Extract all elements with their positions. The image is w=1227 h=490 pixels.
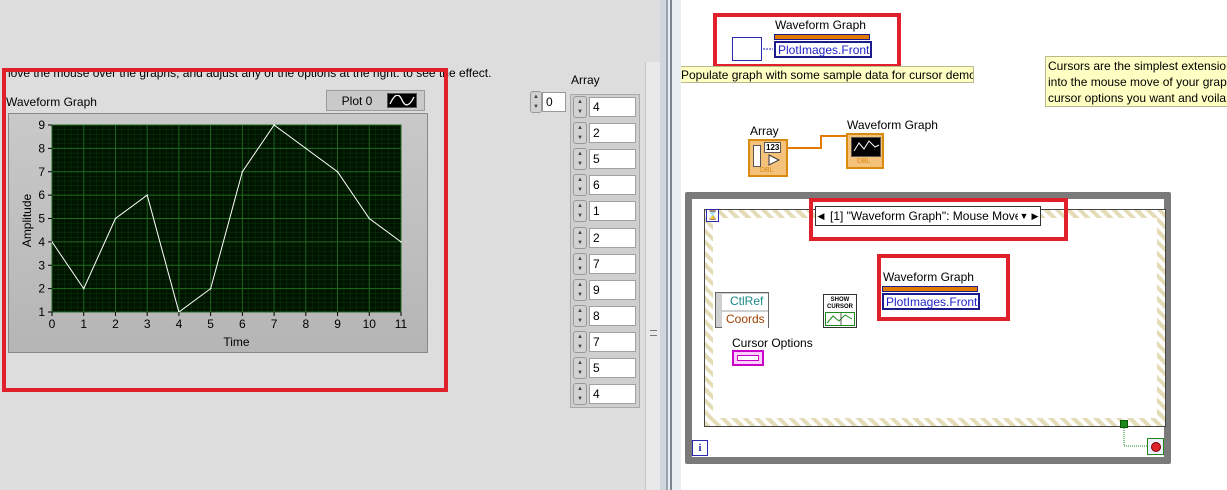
array-element-value[interactable]: 4 [589,97,636,117]
element-spinner[interactable]: ▲ ▼ [573,148,587,171]
array-element[interactable]: ▲ ▼ 4 [573,96,637,118]
array-element-value[interactable]: 1 [589,201,636,222]
array-element[interactable]: ▲ ▼ 2 [573,122,637,145]
array-terminal-label: Array [750,124,779,138]
array-element-value[interactable]: 8 [589,305,636,326]
array-index-icon [753,145,761,167]
element-spinner[interactable]: ▲ ▼ [573,357,587,379]
graph-terminal-label: Waveform Graph [847,118,938,132]
iteration-terminal: i [692,440,708,456]
show-cursor-subvi[interactable]: SHOW CURSOR [823,294,857,328]
event-data-coords[interactable]: Coords [722,312,768,328]
element-spinner[interactable]: ▲ ▼ [573,278,587,301]
array-element[interactable]: ▲ ▼ 4 [573,383,637,406]
array-element-value[interactable]: 2 [589,123,636,144]
array-terminal-type: DBL [760,167,774,174]
show-cursor-line-2: CURSOR [826,304,853,310]
array-element-value[interactable]: 7 [589,331,636,352]
event-case-highlight-box [809,198,1068,241]
graph-terminal[interactable]: DBL [846,133,884,169]
populate-comment: Populate graph with some sample data for… [681,66,974,83]
element-spinner[interactable]: ▲ ▼ [573,122,587,145]
graph-terminal-type: DBL [857,158,871,165]
array-element-value[interactable]: 4 [589,384,636,405]
array-element[interactable]: ▲ ▼ 8 [573,304,637,327]
window-splitter[interactable] [660,0,681,490]
cursor-options-constant[interactable] [732,350,764,366]
cursor-comment-line-3: cursor options you want and voila [1048,91,1227,105]
array-index-control[interactable]: ▲ ▼ 0 [530,91,570,113]
array-element-value[interactable]: 6 [589,175,636,196]
array-element[interactable]: ▲ ▼ 5 [573,357,637,379]
element-spinner[interactable]: ▲ ▼ [573,252,587,275]
element-spinner[interactable]: ▲ ▼ [573,174,587,197]
graph-display-icon [851,137,881,157]
array-element[interactable]: ▲ ▼ 7 [573,330,637,353]
array-index-value[interactable]: 0 [542,92,566,112]
element-spinner[interactable]: ▲ ▼ [573,200,587,223]
scrollbar-grip[interactable] [650,330,657,336]
array-element-value[interactable]: 5 [589,149,636,170]
array-label: Array [571,73,600,87]
front-panel-scrollbar[interactable] [645,62,660,490]
array-element[interactable]: ▲ ▼ 1 [573,200,637,223]
array-element[interactable]: ▲ ▼ 9 [573,278,637,301]
stop-icon[interactable] [1147,438,1164,455]
array-terminal-glyph: 123 [764,142,782,153]
cursor-options-label: Cursor Options [732,336,813,350]
array-element[interactable]: ▲ ▼ 2 [573,226,637,249]
cursor-graph-icon [825,312,855,326]
hourglass-icon: ⌛ [706,209,719,222]
stop-terminal-tunnel [1120,420,1128,428]
play-arrow-icon [768,154,780,166]
front-panel: love the mouse over the graphs, and adju… [0,0,660,490]
array-element-value[interactable]: 5 [589,358,636,378]
element-spinner[interactable]: ▲ ▼ [573,304,587,327]
index-spinner[interactable]: ▲ ▼ [530,91,542,113]
block-diagram: Waveform Graph PlotImages.Front Populate… [681,0,1227,490]
show-cursor-line-1: SHOW [830,297,850,303]
cluster-icon [737,355,759,361]
array-element[interactable]: ▲ ▼ 7 [573,252,637,275]
event-data-node: CtlRef Coords [715,292,769,328]
element-spinner[interactable]: ▲ ▼ [573,330,587,353]
top-node-highlight-box [713,13,901,68]
array-terminal[interactable]: 123 DBL [748,139,788,177]
array-element[interactable]: ▲ ▼ 5 [573,148,637,171]
array-element[interactable]: ▲ ▼ 6 [573,174,637,197]
graph-highlight-box [2,68,448,392]
cursor-comment: Cursors are the simplest extension into … [1045,56,1227,107]
element-spinner[interactable]: ▲ ▼ [573,383,587,406]
cursor-comment-line-2: into the mouse move of your grap [1048,75,1227,89]
element-spinner[interactable]: ▲ ▼ [573,226,587,249]
element-spinner[interactable]: ▲ ▼ [573,96,587,118]
inner-node-highlight-box [877,254,1010,321]
array-element-value[interactable]: 7 [589,253,636,274]
event-data-ctlref[interactable]: CtlRef [722,294,768,310]
array-element-value[interactable]: 9 [589,279,636,300]
array-element-value[interactable]: 2 [589,227,636,248]
cursor-comment-line-1: Cursors are the simplest extension [1048,59,1227,73]
